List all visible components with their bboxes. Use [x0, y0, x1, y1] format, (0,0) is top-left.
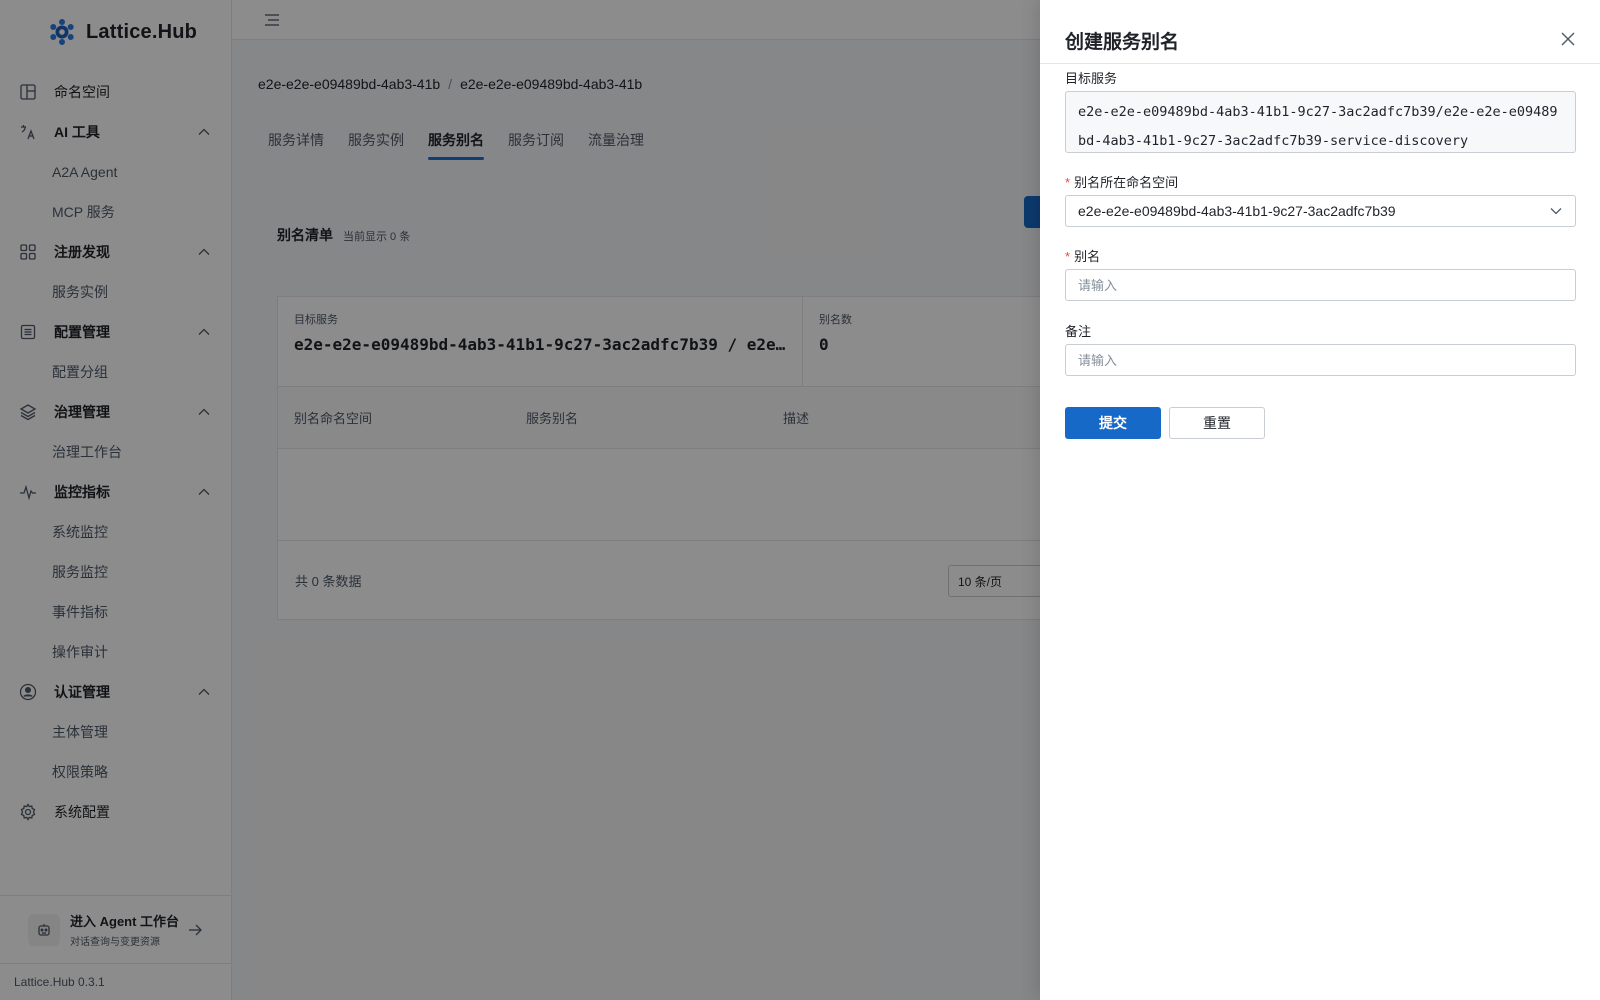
- chevron-down-icon: [1550, 208, 1562, 215]
- drawer-header: 创建服务别名: [1040, 0, 1600, 64]
- alias-namespace-value: e2e-e2e-e09489bd-4ab3-41b1-9c27-3ac2adfc…: [1078, 203, 1396, 219]
- alias-label-text: 别名: [1074, 249, 1101, 264]
- remark-label: 备注: [1065, 324, 1092, 339]
- close-icon[interactable]: [1560, 31, 1576, 47]
- alias-namespace-label-text: 别名所在命名空间: [1074, 175, 1179, 190]
- alias-label: * 别名: [1065, 246, 1100, 265]
- reset-button[interactable]: 重置: [1169, 407, 1265, 439]
- drawer-mask[interactable]: [0, 0, 1040, 1000]
- alias-namespace-select[interactable]: e2e-e2e-e09489bd-4ab3-41b1-9c27-3ac2adfc…: [1065, 195, 1576, 227]
- drawer-title: 创建服务别名: [1065, 32, 1180, 53]
- required-mark: *: [1065, 175, 1071, 190]
- alias-namespace-label: * 别名所在命名空间: [1065, 172, 1178, 191]
- target-service-label: 目标服务: [1065, 71, 1118, 86]
- remark-input[interactable]: [1065, 344, 1576, 376]
- required-mark: *: [1065, 249, 1071, 264]
- submit-button[interactable]: 提交: [1065, 407, 1161, 439]
- alias-input[interactable]: [1065, 269, 1576, 301]
- target-service-value: e2e-e2e-e09489bd-4ab3-41b1-9c27-3ac2adfc…: [1065, 91, 1576, 153]
- create-alias-drawer: 创建服务别名 目标服务 e2e-e2e-e09489bd-4ab3-41b1-9…: [1040, 0, 1600, 1000]
